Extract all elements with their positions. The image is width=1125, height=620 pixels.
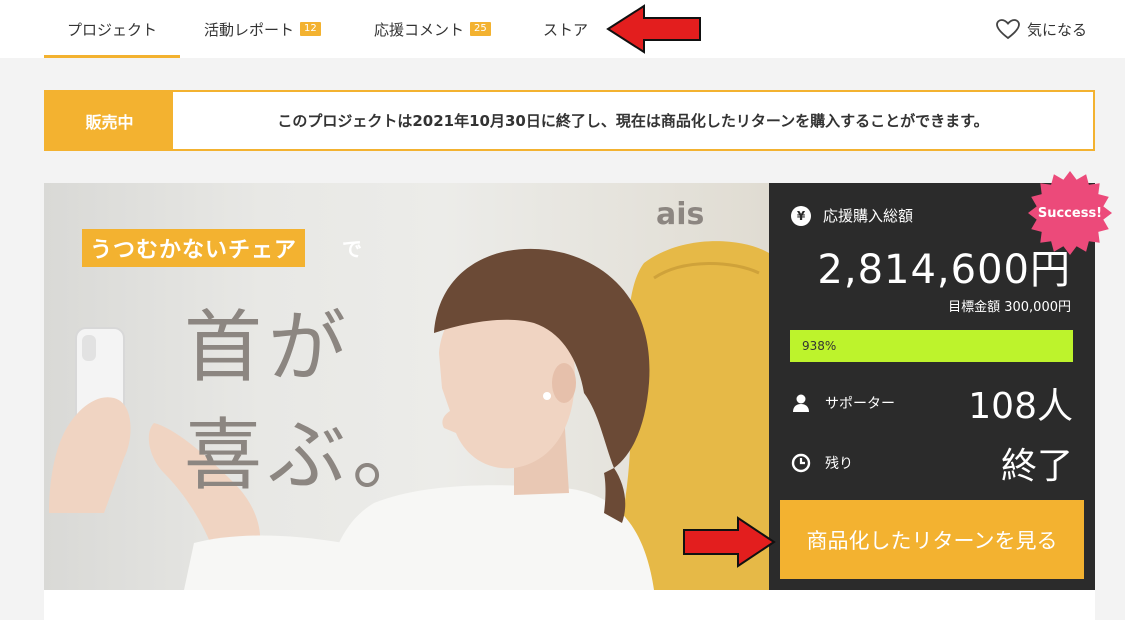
tab-project-label: プロジェクト	[66, 20, 157, 39]
annotation-arrow-icon	[683, 516, 776, 568]
top-navigation: プロジェクト 活動レポート 12 応援コメント 25 ストア 気になる	[0, 0, 1125, 58]
remaining-value: 終了	[1000, 446, 1073, 487]
supporters-label: サポーター	[825, 396, 895, 412]
clock-icon	[791, 453, 811, 473]
remaining-row: 残り 終了	[791, 441, 1073, 487]
hero-tag-suffix: で	[342, 237, 362, 261]
annotation-arrow-icon	[606, 4, 701, 54]
tab-store-label: ストア	[543, 20, 589, 39]
total-amount-header: ¥ 応援購入総額	[791, 205, 913, 226]
content-card	[44, 590, 1095, 620]
funding-progress-bar: 938%	[790, 330, 1073, 362]
favorite-label: 気になる	[1026, 20, 1087, 39]
progress-percent-label: 938%	[802, 339, 837, 353]
hero-headline-line2: 喜ぶ。	[184, 411, 437, 501]
project-hero-image: うつむかないチェア で 首が 喜ぶ。 ais	[44, 183, 769, 590]
heart-icon	[996, 19, 1020, 40]
tab-activity-report-label: 活動レポート	[204, 20, 295, 39]
view-commercialized-returns-button[interactable]: 商品化したリターンを見る	[780, 500, 1084, 579]
tab-support-comments[interactable]: 応援コメント 25	[374, 0, 491, 58]
tab-support-comments-label: 応援コメント	[374, 20, 465, 39]
on-sale-label: 販売中	[46, 92, 173, 149]
brand-logo: ais	[656, 197, 705, 232]
hero-headline-line1: 首が	[184, 303, 353, 393]
success-badge-label: Success!	[1037, 205, 1103, 221]
activity-report-count-badge: 12	[300, 22, 321, 36]
goal-amount: 目標金額 300,000円	[948, 300, 1071, 315]
yen-icon: ¥	[791, 205, 811, 226]
supporters-row: サポーター 108人	[791, 381, 1073, 427]
support-comments-count-badge: 25	[470, 22, 491, 36]
tab-activity-report[interactable]: 活動レポート 12	[204, 0, 321, 58]
hero-product-tag: うつむかないチェア	[82, 229, 306, 267]
favorite-button[interactable]: 気になる	[995, 0, 1087, 58]
remaining-label: 残り	[825, 456, 853, 472]
person-icon	[793, 394, 809, 412]
tab-store[interactable]: ストア	[543, 0, 588, 58]
total-amount-label: 応援購入総額	[823, 207, 914, 225]
tab-project[interactable]: プロジェクト	[44, 0, 180, 58]
sales-notice-bar: 販売中 このプロジェクトは2021年10月30日に終了し、現在は商品化したリター…	[44, 90, 1095, 151]
supporters-count: 108人	[968, 386, 1073, 427]
notice-text: このプロジェクトは2021年10月30日に終了し、現在は商品化したリターンを購入…	[277, 112, 989, 130]
